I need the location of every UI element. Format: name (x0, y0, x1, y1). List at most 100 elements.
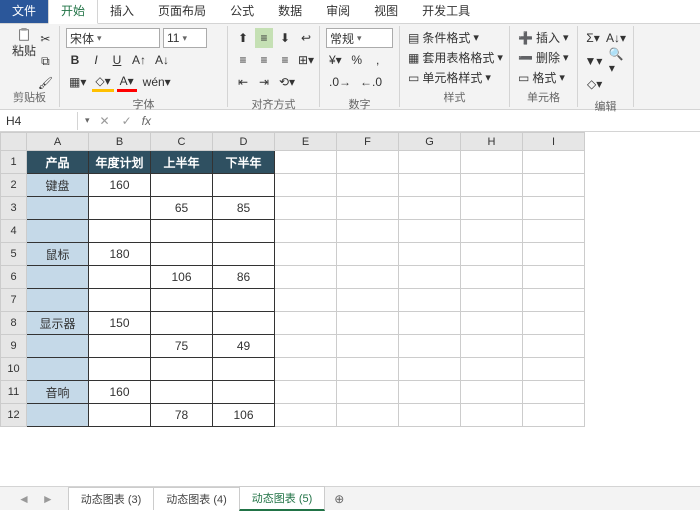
cell[interactable] (399, 312, 461, 335)
cell[interactable] (461, 312, 523, 335)
cell[interactable] (399, 266, 461, 289)
cell[interactable] (399, 358, 461, 381)
sheet-nav-prev-icon[interactable]: ◄ (12, 490, 36, 508)
cell[interactable] (523, 289, 585, 312)
add-sheet-button[interactable]: ⊕ (324, 490, 354, 508)
cell[interactable] (399, 404, 461, 427)
align-middle-icon[interactable]: ≡ (255, 28, 273, 48)
cell[interactable] (151, 243, 213, 266)
spreadsheet-grid[interactable]: ABCDEFGHI1产品年度计划上半年下半年2键盘1603658545鼠标180… (0, 132, 700, 482)
bold-button[interactable]: B (66, 50, 84, 70)
cell[interactable] (337, 151, 399, 174)
cell[interactable] (275, 358, 337, 381)
align-right-icon[interactable]: ≡ (276, 50, 294, 70)
cell[interactable] (213, 174, 275, 197)
cell[interactable] (27, 289, 89, 312)
cell[interactable]: 上半年 (151, 151, 213, 174)
align-bottom-icon[interactable]: ⬇ (276, 28, 294, 48)
tab-view[interactable]: 视图 (362, 0, 410, 23)
cell[interactable] (151, 220, 213, 243)
cell[interactable] (461, 220, 523, 243)
row-header[interactable]: 7 (1, 289, 27, 312)
cell[interactable] (89, 358, 151, 381)
cell[interactable] (275, 312, 337, 335)
col-header[interactable]: E (275, 133, 337, 151)
cell[interactable] (27, 404, 89, 427)
cell[interactable] (275, 266, 337, 289)
cell[interactable]: 150 (89, 312, 151, 335)
cell[interactable] (337, 289, 399, 312)
tab-formula[interactable]: 公式 (218, 0, 266, 23)
align-top-icon[interactable]: ⬆ (234, 28, 252, 48)
cell[interactable] (213, 220, 275, 243)
cell[interactable] (275, 381, 337, 404)
cell[interactable] (27, 220, 89, 243)
cell[interactable] (461, 151, 523, 174)
table-format-button[interactable]: ▦套用表格格式▾ (406, 48, 503, 67)
cancel-formula-icon[interactable]: ✕ (94, 112, 116, 130)
col-header[interactable]: D (213, 133, 275, 151)
cell[interactable] (337, 197, 399, 220)
col-header[interactable]: F (337, 133, 399, 151)
col-header[interactable]: I (523, 133, 585, 151)
font-color-button[interactable]: A▾ (117, 72, 137, 92)
col-header[interactable]: G (399, 133, 461, 151)
copy-icon[interactable]: ⧉ (35, 51, 56, 71)
decrease-decimal-icon[interactable]: ←.0 (357, 72, 385, 92)
row-header[interactable]: 11 (1, 381, 27, 404)
cell[interactable]: 键盘 (27, 174, 89, 197)
cell[interactable] (461, 358, 523, 381)
name-box[interactable]: H4 (0, 112, 78, 130)
cell[interactable] (27, 266, 89, 289)
fill-color-button[interactable]: ◇▾ (92, 72, 113, 92)
increase-font-icon[interactable]: A↑ (129, 50, 149, 70)
tab-home[interactable]: 开始 (48, 0, 98, 24)
cell[interactable] (275, 197, 337, 220)
cell[interactable]: 160 (89, 174, 151, 197)
cell[interactable] (523, 358, 585, 381)
cell[interactable]: 产品 (27, 151, 89, 174)
cell[interactable] (151, 312, 213, 335)
tab-insert[interactable]: 插入 (98, 0, 146, 23)
cell[interactable] (461, 266, 523, 289)
fx-icon[interactable]: fx (138, 114, 155, 128)
cell[interactable] (151, 174, 213, 197)
row-header[interactable]: 10 (1, 358, 27, 381)
col-header[interactable]: A (27, 133, 89, 151)
tab-layout[interactable]: 页面布局 (146, 0, 218, 23)
row-header[interactable]: 12 (1, 404, 27, 427)
row-header[interactable]: 4 (1, 220, 27, 243)
row-header[interactable]: 6 (1, 266, 27, 289)
cell[interactable] (337, 220, 399, 243)
sheet-tab-1[interactable]: 动态图表 (3) (68, 487, 155, 510)
sheet-tab-3[interactable]: 动态图表 (5) (239, 486, 326, 511)
cell[interactable] (523, 220, 585, 243)
insert-cells-button[interactable]: ➕插入▾ (516, 28, 571, 47)
find-icon[interactable]: 🔍▾ (606, 51, 627, 71)
cell[interactable] (275, 220, 337, 243)
cell[interactable]: 75 (151, 335, 213, 358)
cell[interactable]: 85 (213, 197, 275, 220)
row-header[interactable]: 1 (1, 151, 27, 174)
cell[interactable] (461, 404, 523, 427)
font-family-dropdown[interactable]: 宋体▾ (66, 28, 160, 48)
tab-dev[interactable]: 开发工具 (410, 0, 482, 23)
cell[interactable] (523, 381, 585, 404)
delete-cells-button[interactable]: ➖删除▾ (516, 48, 571, 67)
cell[interactable]: 78 (151, 404, 213, 427)
cell[interactable] (399, 243, 461, 266)
comma-icon[interactable]: , (369, 50, 387, 70)
cell[interactable] (399, 151, 461, 174)
sort-filter-icon[interactable]: A↓▾ (605, 28, 627, 48)
cell[interactable]: 106 (213, 404, 275, 427)
cell[interactable] (523, 243, 585, 266)
row-header[interactable]: 8 (1, 312, 27, 335)
cell[interactable]: 年度计划 (89, 151, 151, 174)
tab-file[interactable]: 文件 (0, 0, 48, 23)
underline-button[interactable]: U (108, 50, 126, 70)
col-header[interactable]: B (89, 133, 151, 151)
tab-review[interactable]: 审阅 (314, 0, 362, 23)
enter-formula-icon[interactable]: ✓ (116, 112, 138, 130)
cell-style-button[interactable]: ▭单元格样式▾ (406, 68, 503, 87)
cell[interactable] (337, 358, 399, 381)
